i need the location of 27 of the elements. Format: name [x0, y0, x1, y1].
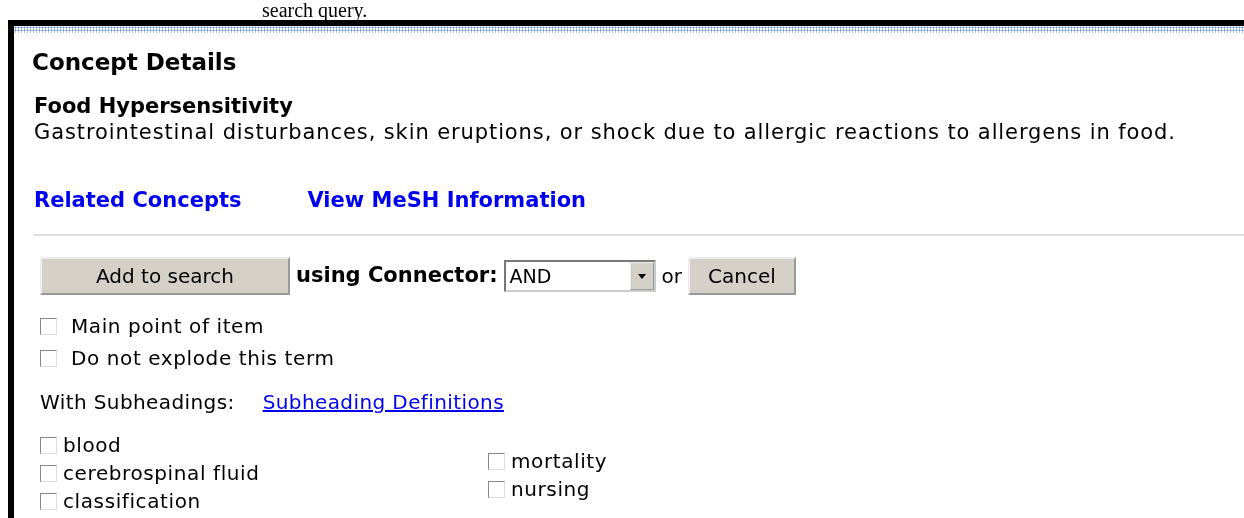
subheading-label: classification: [63, 489, 201, 513]
option-label: Do not explode this term: [71, 345, 335, 371]
concept-name: Food Hypersensitivity: [33, 93, 294, 119]
concept-link[interactable]: Related Concepts: [34, 187, 242, 214]
checkbox[interactable]: [40, 436, 57, 454]
add-to-search-button[interactable]: Add to search: [40, 257, 290, 295]
option-label: Main point of item: [71, 313, 265, 339]
subheading-label: nursing: [511, 477, 591, 501]
panel-title: Concept Details: [32, 48, 238, 76]
dropdown-arrow-icon: [637, 273, 646, 279]
connector-label: using Connector:: [296, 263, 498, 289]
concept-definition: Gastrointestinal disturbances, skin eruptions, or shock due to allergic reactions to allergens in food.: [33, 119, 1177, 145]
checkbox[interactable]: [40, 317, 57, 335]
checkbox[interactable]: [40, 349, 57, 367]
subheadings-label: With Subheadings:: [40, 389, 235, 415]
checkbox[interactable]: [40, 464, 57, 482]
connector-dropdown[interactable]: AND: [503, 260, 656, 292]
checkbox[interactable]: [40, 492, 57, 510]
cancel-button[interactable]: Cancel: [688, 257, 796, 295]
checkbox[interactable]: [488, 480, 505, 498]
checkbox[interactable]: [488, 452, 505, 470]
subheading-label: blood: [63, 433, 122, 457]
concept-link[interactable]: View MeSH Information: [307, 187, 586, 214]
subheading-definitions-link[interactable]: Subheading Definitions: [262, 389, 504, 415]
subheading-label: mortality: [511, 449, 608, 473]
or-text: or: [661, 264, 683, 288]
subheading-label: cerebrospinal fluid: [63, 461, 260, 485]
